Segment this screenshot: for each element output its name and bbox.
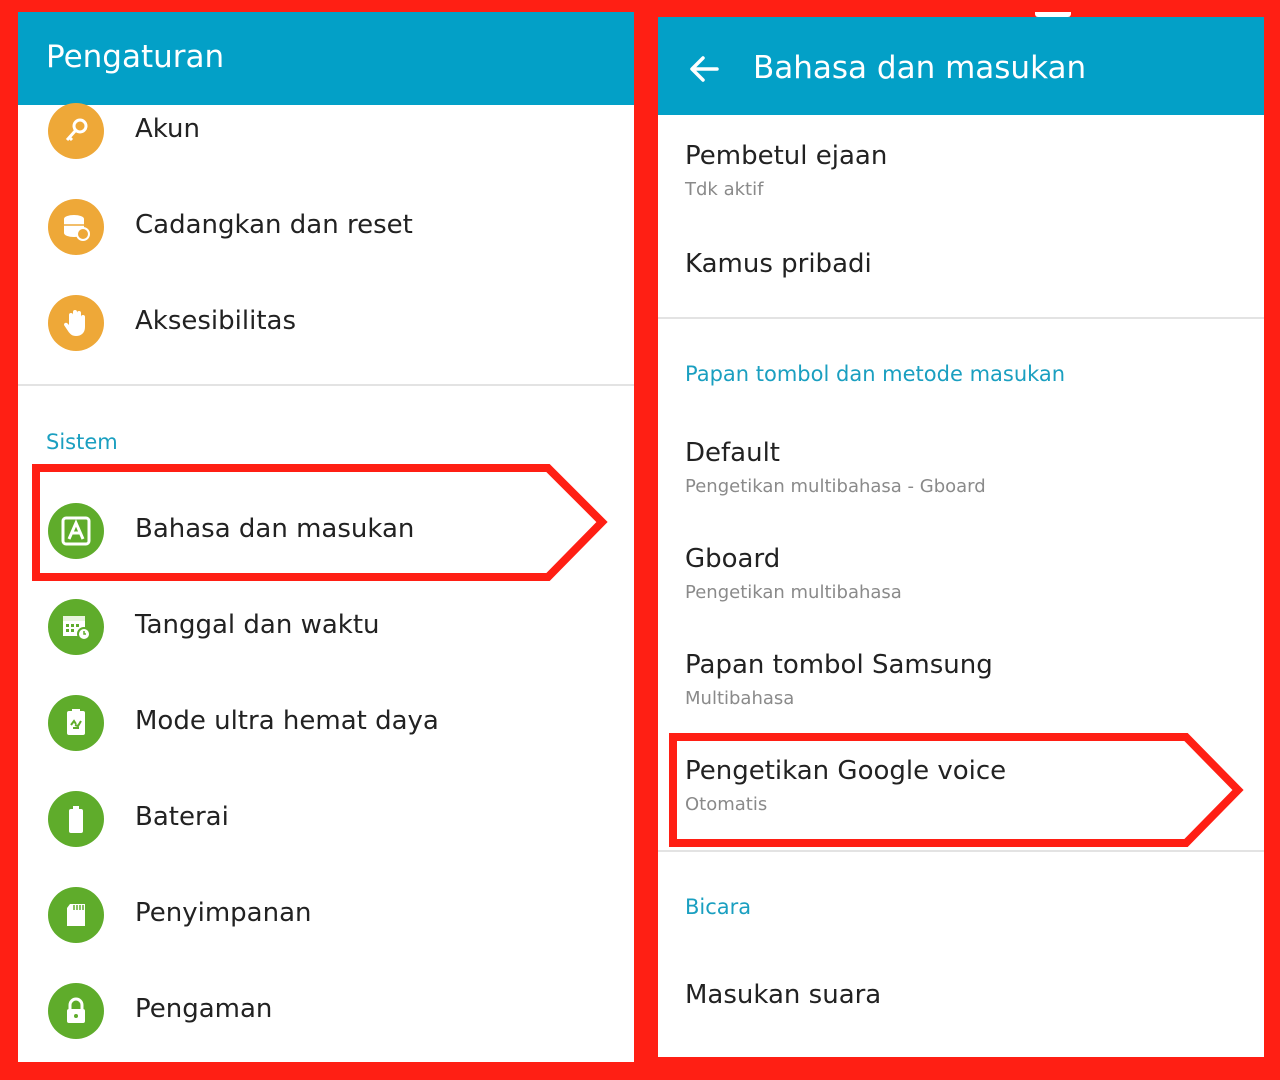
pref-title: Gboard	[685, 544, 781, 574]
pref-title: Default	[685, 438, 780, 468]
settings-item-label: Bahasa dan masukan	[135, 514, 415, 544]
settings-item-aksesibilitas[interactable]: Aksesibilitas	[18, 277, 634, 367]
settings-panel: Pengaturan Akun Cadangkan dan reset Akse…	[18, 12, 634, 1062]
pref-gboard[interactable]: Gboard Pengetikan multibahasa	[658, 544, 1264, 624]
calendar-clock-icon	[48, 599, 104, 655]
settings-item-label: Baterai	[135, 802, 229, 832]
settings-item-label: Tanggal dan waktu	[135, 610, 380, 640]
backup-reset-icon	[48, 199, 104, 255]
language-appbar: Bahasa dan masukan	[658, 17, 1264, 115]
pref-summary: Pengetikan multibahasa - Gboard	[685, 476, 986, 497]
pref-title: Papan tombol Samsung	[685, 650, 993, 680]
language-icon	[48, 503, 104, 559]
settings-item-label: Cadangkan dan reset	[135, 210, 413, 240]
hand-icon	[48, 295, 104, 351]
page-title: Pengaturan	[46, 39, 225, 75]
pref-title: Pembetul ejaan	[685, 141, 888, 171]
sd-card-icon	[48, 887, 104, 943]
pref-title: Masukan suara	[685, 980, 882, 1010]
section-divider	[658, 317, 1264, 319]
settings-item-baterai[interactable]: Baterai	[18, 773, 634, 863]
page-title: Bahasa dan masukan	[753, 50, 1087, 86]
pref-title: Pengetikan Google voice	[685, 756, 1007, 786]
lock-icon	[48, 983, 104, 1039]
settings-item-penyimpanan[interactable]: Penyimpanan	[18, 869, 634, 959]
settings-item-akun[interactable]: Akun	[18, 85, 634, 175]
pref-summary: Multibahasa	[685, 688, 795, 709]
pref-pembetul-ejaan[interactable]: Pembetul ejaan Tdk aktif	[658, 141, 1264, 221]
settings-item-label: Mode ultra hemat daya	[135, 706, 439, 736]
power-saving-icon	[48, 695, 104, 751]
settings-item-label: Aksesibilitas	[135, 306, 297, 336]
pref-summary: Tdk aktif	[685, 179, 764, 200]
pref-papan-tombol-samsung[interactable]: Papan tombol Samsung Multibahasa	[658, 650, 1264, 730]
settings-item-label: Akun	[135, 114, 200, 144]
settings-item-cadangkan[interactable]: Cadangkan dan reset	[18, 181, 634, 271]
pref-summary: Otomatis	[685, 794, 768, 815]
pref-summary: Pengetikan multibahasa	[685, 582, 902, 603]
section-divider	[18, 384, 634, 386]
settings-item-label: Penyimpanan	[135, 898, 312, 928]
settings-item-bahasa[interactable]: Bahasa dan masukan	[18, 485, 634, 575]
settings-item-label: Pengaman	[135, 994, 273, 1024]
section-header-bicara: Bicara	[685, 895, 752, 919]
battery-icon	[48, 791, 104, 847]
section-header-sistem: Sistem	[46, 430, 118, 454]
settings-item-mode-hemat[interactable]: Mode ultra hemat daya	[18, 677, 634, 767]
key-icon	[48, 103, 104, 159]
pref-masukan-suara[interactable]: Masukan suara	[658, 980, 1264, 1030]
pref-default[interactable]: Default Pengetikan multibahasa - Gboard	[658, 438, 1264, 518]
back-arrow-icon[interactable]	[686, 51, 722, 87]
pref-kamus-pribadi[interactable]: Kamus pribadi	[658, 249, 1264, 299]
section-divider	[658, 850, 1264, 852]
pref-title: Kamus pribadi	[685, 249, 872, 279]
language-input-panel: Bahasa dan masukan Pembetul ejaan Tdk ak…	[658, 17, 1264, 1057]
settings-item-tanggal[interactable]: Tanggal dan waktu	[18, 581, 634, 671]
settings-item-pengaman[interactable]: Pengaman	[18, 965, 634, 1055]
pref-google-voice[interactable]: Pengetikan Google voice Otomatis	[658, 756, 1264, 836]
section-header-papan-tombol: Papan tombol dan metode masukan	[685, 362, 1066, 386]
